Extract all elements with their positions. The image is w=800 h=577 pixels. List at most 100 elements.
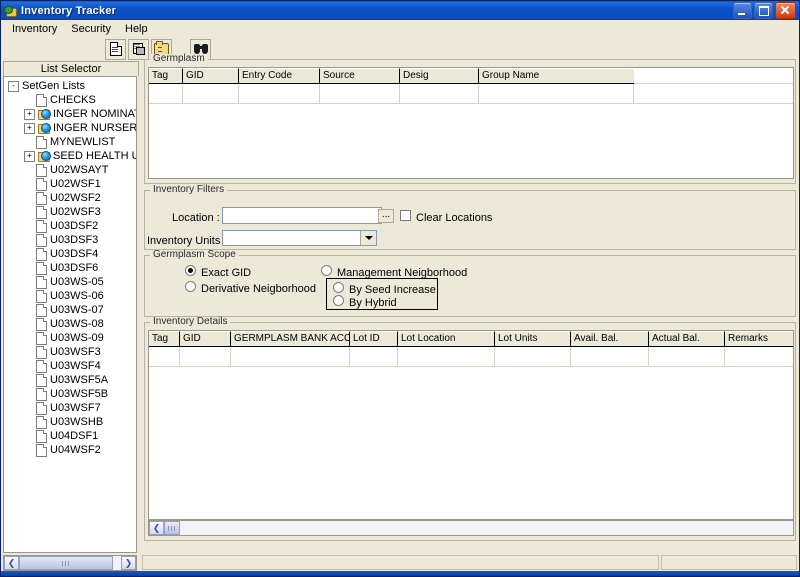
tree-item[interactable]: U03WSF7 <box>4 401 136 415</box>
tree-item[interactable]: U02WSF3 <box>4 205 136 219</box>
tree-item[interactable]: U02WSF2 <box>4 191 136 205</box>
table-cell[interactable] <box>183 84 239 104</box>
column-header[interactable]: Tag <box>149 68 183 84</box>
tree-item[interactable]: MYNEWLIST <box>4 135 136 149</box>
table-cell[interactable] <box>239 84 320 104</box>
tree-item-label: U02WSF2 <box>50 192 101 204</box>
tree-item[interactable]: U03WSF4 <box>4 359 136 373</box>
menu-security[interactable]: Security <box>64 22 118 36</box>
tree-item[interactable]: U03WS-07 <box>4 303 136 317</box>
table-cell[interactable] <box>180 347 231 367</box>
tree-item[interactable]: U03WS-06 <box>4 289 136 303</box>
tree-item[interactable]: U02WSF1 <box>4 177 136 191</box>
table-cell[interactable] <box>149 347 180 367</box>
tree-item-label: U03WSHB <box>50 416 104 428</box>
folder-globe-icon <box>38 122 51 134</box>
close-button[interactable] <box>775 2 796 19</box>
list-selector-tree[interactable]: -SetGen ListsCHECKS+INGER NOMINATION LI+… <box>3 76 137 553</box>
details-scroll-left-arrow-icon[interactable]: ❮ <box>149 521 164 535</box>
column-header[interactable]: GID <box>183 68 239 84</box>
tree-item[interactable]: U02WSAYT <box>4 163 136 177</box>
menu-inventory[interactable]: Inventory <box>5 22 64 36</box>
details-scroll-thumb[interactable] <box>164 521 180 535</box>
column-header[interactable]: Desig <box>400 68 479 84</box>
table-cell[interactable] <box>571 347 649 367</box>
tree-item[interactable]: - SetGen Lists <box>4 79 136 93</box>
scroll-right-arrow-icon[interactable]: ❯ <box>121 556 136 570</box>
column-header[interactable]: Lot Location <box>398 331 495 347</box>
radio-derivative-neighborhood[interactable] <box>185 281 196 292</box>
tree-item[interactable]: U03WSF3 <box>4 345 136 359</box>
column-header[interactable]: Remarks <box>725 331 793 347</box>
column-header[interactable]: GID <box>180 331 231 347</box>
radio-exact-gid[interactable] <box>185 265 196 276</box>
table-cell[interactable] <box>320 84 400 104</box>
tree-item[interactable]: U03DSF3 <box>4 233 136 247</box>
tree-item[interactable]: U03WSHB <box>4 415 136 429</box>
scroll-thumb[interactable] <box>19 556 113 570</box>
tree-item[interactable]: U03WSF5A <box>4 373 136 387</box>
expand-toggle-icon[interactable]: + <box>24 122 35 134</box>
tree-item[interactable]: + INGER NURSERY <box>4 121 136 135</box>
column-header[interactable]: Lot ID <box>350 331 398 347</box>
tree-item[interactable]: U03WS-08 <box>4 317 136 331</box>
tree-item[interactable]: U04DSF1 <box>4 429 136 443</box>
column-header[interactable]: Tag <box>149 331 180 347</box>
column-header[interactable]: Lot Units <box>495 331 571 347</box>
minimize-button[interactable] <box>733 2 752 19</box>
scroll-left-arrow-icon[interactable]: ❮ <box>4 556 19 570</box>
tree-item[interactable]: + INGER NOMINATION LI <box>4 107 136 121</box>
column-header[interactable]: Avail. Bal. <box>571 331 649 347</box>
table-cell[interactable] <box>398 347 495 367</box>
tree-item[interactable]: + SEED HEALTH UNIT <box>4 149 136 163</box>
radio-by-hybrid[interactable] <box>333 295 344 306</box>
column-header[interactable]: Group Name <box>479 68 634 84</box>
table-cell[interactable] <box>400 84 479 104</box>
tree-item[interactable]: U03WS-09 <box>4 331 136 345</box>
inventory-details-table[interactable]: TagGIDGERMPLASM BANK ACCESSILot IDLot Lo… <box>148 330 794 520</box>
location-browse-button[interactable]: ... <box>378 209 394 223</box>
tree-item[interactable]: U03WS-05 <box>4 275 136 289</box>
scroll-track[interactable] <box>19 556 121 570</box>
expand-toggle-icon[interactable]: + <box>24 108 35 120</box>
tree-item[interactable]: U03DSF2 <box>4 219 136 233</box>
chevron-down-icon[interactable] <box>360 231 376 245</box>
radio-by-seed-increase[interactable] <box>333 282 344 293</box>
column-header[interactable]: Actual Bal. <box>649 331 725 347</box>
location-input[interactable] <box>222 207 382 224</box>
table-cell[interactable] <box>725 347 793 367</box>
column-header[interactable]: GERMPLASM BANK ACCESSI <box>231 331 350 347</box>
tree-item[interactable]: U03DSF4 <box>4 247 136 261</box>
tree-item[interactable]: U03WSF5B <box>4 387 136 401</box>
inventory-details-title: Inventory Details <box>150 317 231 327</box>
table-cell[interactable] <box>149 84 183 104</box>
tree-item-label: U03WSF5A <box>50 374 109 386</box>
column-header[interactable]: Entry Code <box>239 68 320 84</box>
menu-help[interactable]: Help <box>118 22 155 36</box>
new-list-button[interactable] <box>105 38 126 60</box>
radio-management-neighborhood[interactable] <box>321 265 332 276</box>
tree-item[interactable]: U03DSF6 <box>4 261 136 275</box>
restore-button[interactable] <box>754 2 773 19</box>
table-cell[interactable] <box>649 347 725 367</box>
save-list-button[interactable] <box>128 38 149 60</box>
table-cell[interactable] <box>350 347 398 367</box>
tree-item[interactable]: U04WSF2 <box>4 443 136 457</box>
table-cell[interactable] <box>495 347 571 367</box>
germplasm-table[interactable]: Tag GID Entry Code Source Desig Group Name <box>148 67 794 179</box>
inventory-units-select[interactable] <box>222 230 377 246</box>
sidebar-horizontal-scrollbar[interactable]: ❮ ❯ <box>3 555 137 571</box>
table-cell[interactable] <box>479 84 634 104</box>
details-scroll-track[interactable] <box>180 521 793 535</box>
column-header[interactable]: Source <box>320 68 400 84</box>
expand-toggle-icon[interactable]: + <box>24 150 35 162</box>
clear-locations-checkbox[interactable] <box>400 210 411 221</box>
inventory-details-horizontal-scrollbar[interactable]: ❮ <box>148 520 794 536</box>
collapse-toggle-icon[interactable]: - <box>8 80 19 92</box>
table-row[interactable] <box>149 84 793 104</box>
table-cell[interactable] <box>231 347 350 367</box>
tree-item[interactable]: CHECKS <box>4 93 136 107</box>
table-row[interactable] <box>149 347 793 367</box>
inventory-units-value <box>223 231 360 245</box>
header-filler <box>634 68 793 84</box>
